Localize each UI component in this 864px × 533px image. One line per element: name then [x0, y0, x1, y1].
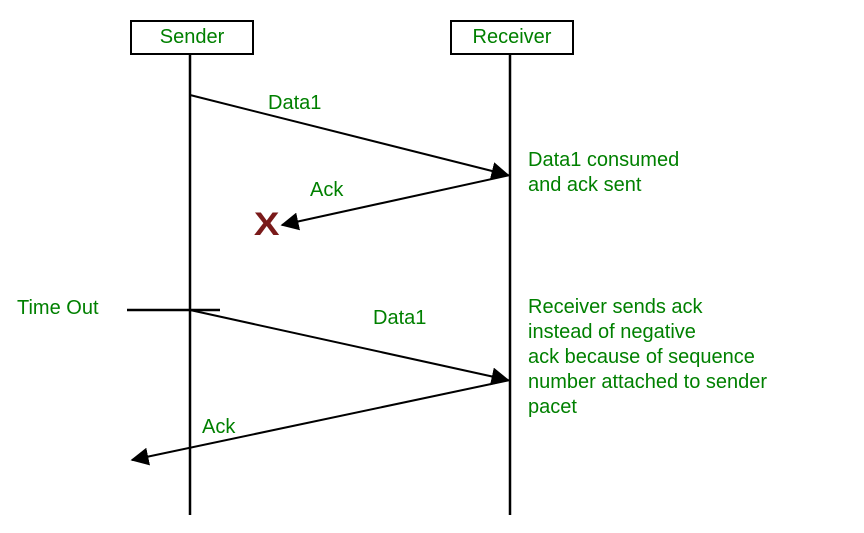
sequence-diagram: Sender Receiver Data1 Ack Data1 Ack Time… [0, 0, 864, 533]
participant-receiver: Receiver [450, 20, 574, 55]
note-receiver-sends-ack: Receiver sends ack instead of negative a… [528, 295, 767, 420]
timeout-label: Time Out [17, 296, 99, 321]
participant-sender: Sender [130, 20, 254, 55]
msg-data1-label-2: Data1 [373, 306, 426, 331]
msg-data1-label-1: Data1 [268, 91, 321, 116]
lost-icon: X [254, 206, 280, 243]
msg-ack-label-2: Ack [202, 415, 235, 440]
diagram-lines [0, 0, 864, 533]
msg-ack-label-1: Ack [310, 178, 343, 203]
note-data1-consumed: Data1 consumed and ack sent [528, 148, 679, 198]
